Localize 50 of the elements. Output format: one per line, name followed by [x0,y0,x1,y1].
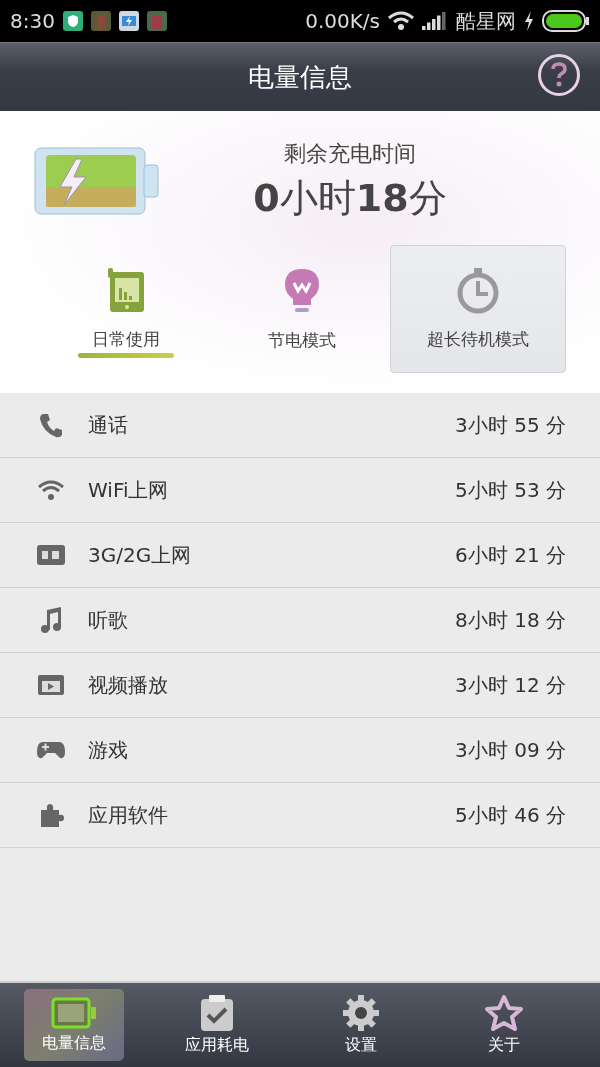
tablet-chart-icon [106,267,146,314]
charge-time-value: 0小时18分 [253,174,447,222]
usage-label: 通话 [88,411,129,439]
page-title: 电量信息 [248,60,352,94]
charging-icon [524,11,534,31]
app-thumbnail-icon [90,11,111,31]
stopwatch-icon [456,267,500,314]
usage-label: 听歌 [88,606,129,634]
bottom-tab[interactable]: 关于 [454,989,554,1061]
usage-time: 3小时 12 分 [455,671,566,699]
mode-tab[interactable]: 节电模式 [214,245,390,373]
wifi-icon [388,11,414,31]
gear-icon [342,994,379,1031]
usage-label: 应用软件 [88,801,169,829]
usage-time: 8小时 18 分 [455,606,566,634]
help-button[interactable] [538,54,580,96]
mode-tab[interactable]: 日常使用 [38,245,214,373]
usage-label: 视频播放 [88,671,169,699]
shield-icon [62,11,83,31]
status-time: 8:30 [10,9,55,33]
usage-label: 3G/2G上网 [88,541,193,569]
wifi-icon [36,479,66,501]
usage-time: 5小时 46 分 [455,801,566,829]
usage-time: 5小时 53 分 [455,476,566,504]
bottom-tab[interactable]: 应用耗电 [167,989,268,1061]
clipboard-check-icon [200,994,235,1031]
bottom-tab[interactable]: 电量信息 [24,989,124,1061]
app-thumbnail-icon [146,11,167,31]
usage-time: 3小时 55 分 [455,411,566,439]
usage-time: 6小时 21 分 [455,541,566,569]
battery-icon [51,996,97,1029]
mode-label: 日常使用 [92,327,160,351]
charging-battery-icon [34,147,160,215]
bottom-tab[interactable]: 设置 [310,989,411,1061]
star-icon [485,994,523,1031]
summary-label: 剩余充电时间 [284,139,416,168]
usage-label: WiFi上网 [88,476,170,504]
battery-icon [542,10,590,32]
video-icon [36,673,66,697]
mode-label: 超长待机模式 [427,327,529,351]
mode-label: 节电模式 [268,328,336,352]
question-icon [550,62,568,88]
usage-label: 游戏 [88,736,129,764]
usage-time: 3小时 09 分 [455,736,566,764]
gamepad-icon [36,740,66,760]
mode-tab[interactable]: 超长待机模式 [390,245,566,373]
battery-bolt-icon [118,11,139,31]
network-speed: 0.00K/s [305,9,380,33]
carrier-name: 酷星网 [456,7,516,35]
signal-icon [422,12,448,30]
